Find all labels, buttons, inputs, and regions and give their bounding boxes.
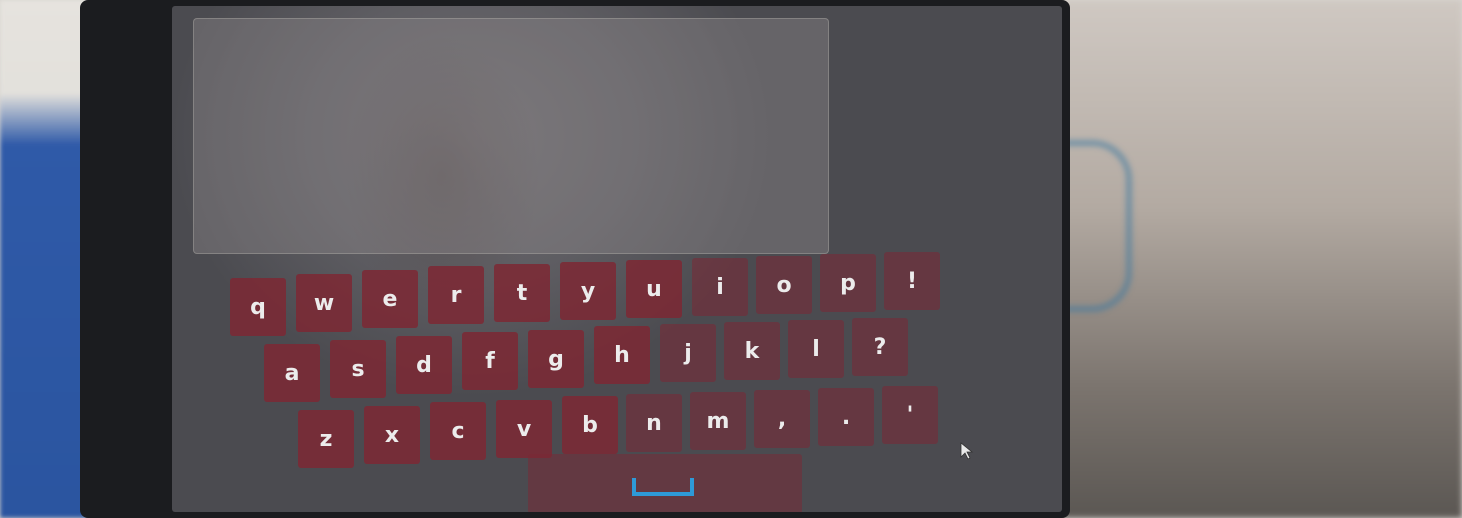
key-l[interactable]: l xyxy=(788,320,844,378)
key-j[interactable]: j xyxy=(660,324,716,382)
key-o[interactable]: o xyxy=(756,256,812,314)
key-comma[interactable]: , xyxy=(754,390,810,448)
key-m[interactable]: m xyxy=(690,392,746,450)
key-a[interactable]: a xyxy=(264,344,320,402)
on-screen-keyboard: q w e r t y u i o p ! a s d f g h j k l … xyxy=(172,6,1062,512)
key-t[interactable]: t xyxy=(494,264,550,322)
key-c[interactable]: c xyxy=(430,402,486,460)
key-e[interactable]: e xyxy=(362,270,418,328)
key-g[interactable]: g xyxy=(528,330,584,388)
key-v[interactable]: v xyxy=(496,400,552,458)
key-period[interactable]: . xyxy=(818,388,874,446)
key-z[interactable]: z xyxy=(298,410,354,468)
tablet-device: q w e r t y u i o p ! a s d f g h j k l … xyxy=(80,0,1070,518)
key-y[interactable]: y xyxy=(560,262,616,320)
key-x[interactable]: x xyxy=(364,406,420,464)
tablet-screen: q w e r t y u i o p ! a s d f g h j k l … xyxy=(172,6,1062,512)
key-apostrophe[interactable]: ' xyxy=(882,386,938,444)
key-u[interactable]: u xyxy=(626,260,682,318)
key-r[interactable]: r xyxy=(428,266,484,324)
key-f[interactable]: f xyxy=(462,332,518,390)
key-b[interactable]: b xyxy=(562,396,618,454)
key-question[interactable]: ? xyxy=(852,318,908,376)
space-bar-icon xyxy=(632,478,694,496)
mouse-pointer-icon xyxy=(960,442,974,460)
space-key[interactable] xyxy=(528,454,802,512)
key-exclamation[interactable]: ! xyxy=(884,252,940,310)
key-s[interactable]: s xyxy=(330,340,386,398)
key-d[interactable]: d xyxy=(396,336,452,394)
key-h[interactable]: h xyxy=(594,326,650,384)
key-i[interactable]: i xyxy=(692,258,748,316)
key-k[interactable]: k xyxy=(724,322,780,380)
key-p[interactable]: p xyxy=(820,254,876,312)
key-w[interactable]: w xyxy=(296,274,352,332)
key-q[interactable]: q xyxy=(230,278,286,336)
key-n[interactable]: n xyxy=(626,394,682,452)
photo-scene: q w e r t y u i o p ! a s d f g h j k l … xyxy=(0,0,1462,518)
